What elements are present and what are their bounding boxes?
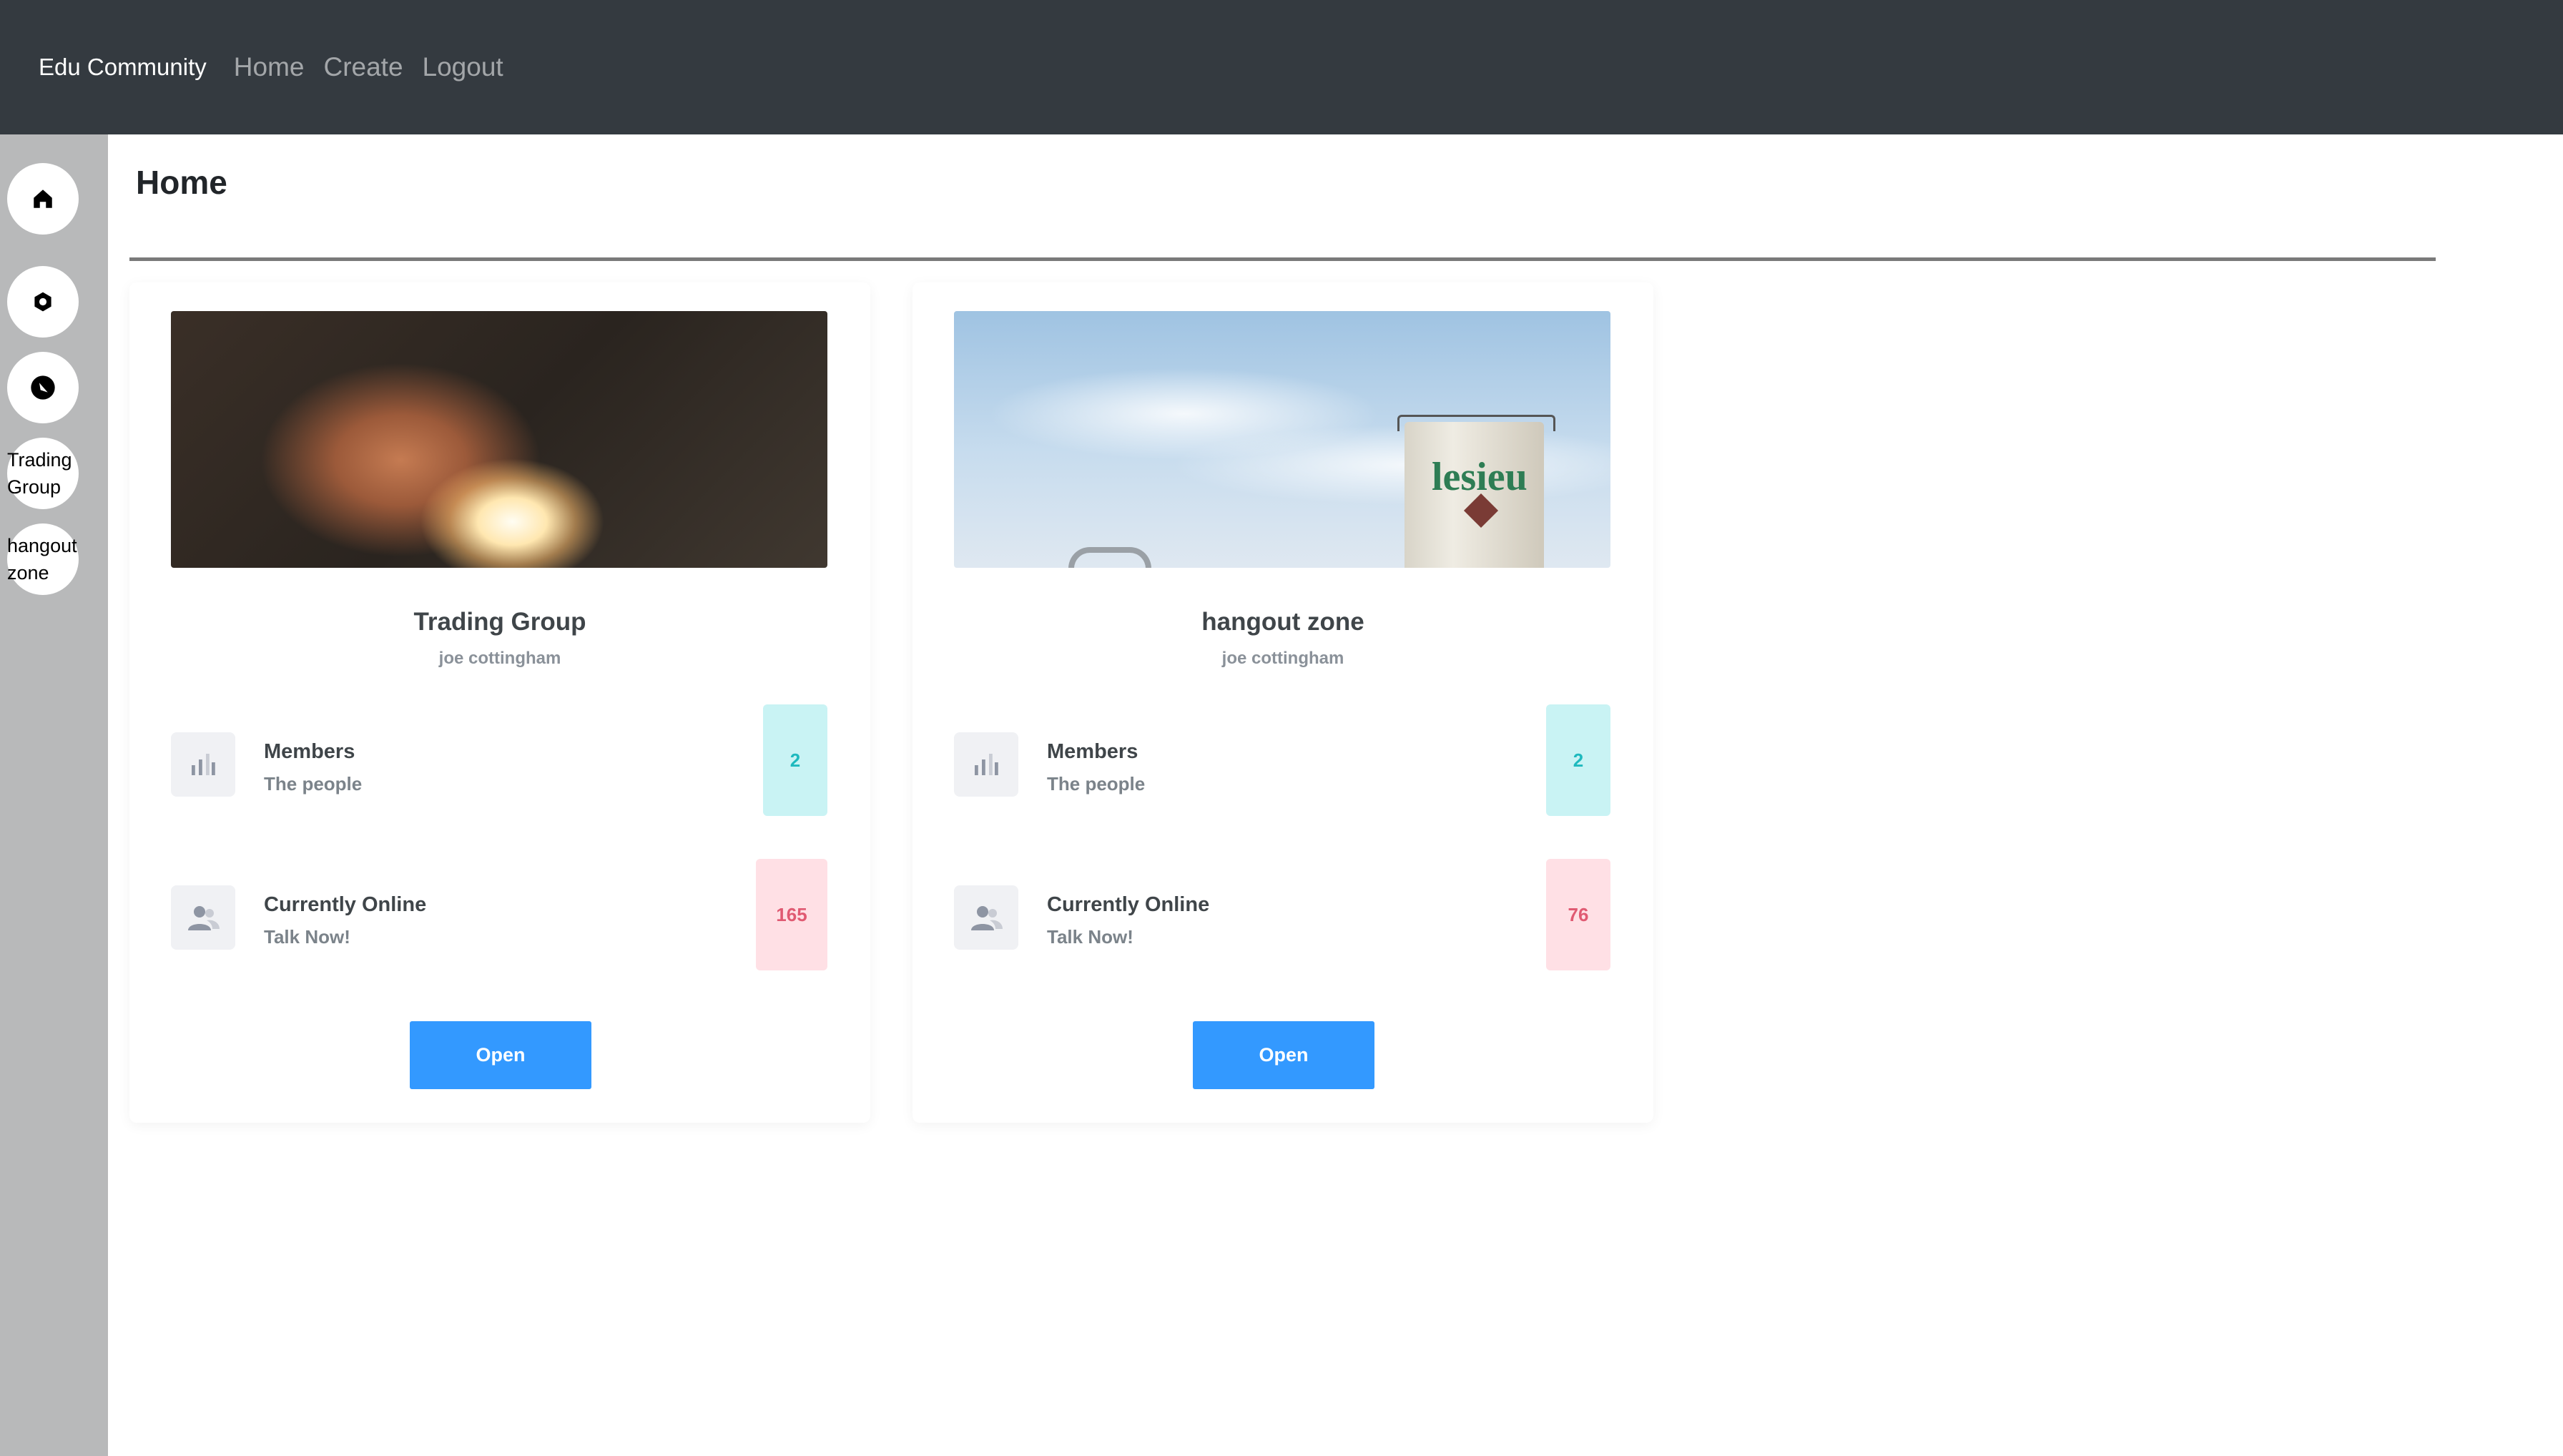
- nav-link-home[interactable]: Home: [234, 52, 305, 82]
- card-image: lesieu: [954, 311, 1610, 568]
- card-owner: joe cottingham: [1221, 649, 1344, 668]
- bar-chart-icon: [192, 754, 215, 775]
- users-icon: [188, 906, 220, 930]
- open-group-button[interactable]: Open: [1193, 1021, 1374, 1089]
- online-count-badge: 165: [756, 859, 827, 970]
- members-count-badge: 2: [763, 704, 827, 816]
- compass-icon: [31, 375, 55, 400]
- card-title: hangout zone: [1201, 608, 1364, 636]
- members-title: Members: [1047, 740, 1138, 763]
- sidebar: Trading Group hangout zone: [0, 134, 108, 1456]
- online-icon-box: [954, 885, 1018, 950]
- members-subtitle: The people: [264, 773, 363, 795]
- main-content: Home Trading Group joe cottingham Member…: [108, 134, 2563, 1456]
- online-title: Currently Online: [1047, 893, 1210, 916]
- online-subtitle: Talk Now!: [264, 926, 350, 948]
- card-image: [171, 311, 827, 568]
- nav-link-create[interactable]: Create: [323, 52, 403, 82]
- home-icon: [34, 190, 52, 208]
- pipe-shape: [1068, 547, 1151, 568]
- title-divider: [129, 257, 2436, 261]
- bar-chart-icon: [975, 754, 998, 775]
- group-card: Trading Group joe cottingham Members The…: [129, 282, 870, 1123]
- members-icon-box: [171, 732, 235, 797]
- sidebar-settings-button[interactable]: [7, 266, 79, 338]
- members-icon-box: [954, 732, 1018, 797]
- members-count-badge: 2: [1546, 704, 1610, 816]
- users-icon: [971, 906, 1003, 930]
- members-subtitle: The people: [1047, 773, 1146, 795]
- online-subtitle: Talk Now!: [1047, 926, 1133, 948]
- top-navbar: Edu Community Home Create Logout: [0, 0, 2563, 134]
- online-count-badge: 76: [1546, 859, 1610, 970]
- sidebar-item-label: Trading Group: [7, 449, 72, 498]
- sidebar-item-hangout-zone[interactable]: hangout zone: [7, 523, 79, 595]
- page-title: Home: [136, 164, 227, 201]
- card-title: Trading Group: [413, 608, 586, 636]
- sidebar-home-button[interactable]: [7, 163, 79, 235]
- online-icon-box: [171, 885, 235, 950]
- nav-links: Home Create Logout: [234, 52, 523, 82]
- sidebar-item-trading-group[interactable]: Trading Group: [7, 438, 79, 509]
- tower-logo-text: lesieu: [1432, 455, 1528, 499]
- group-card: lesieu hangout zone joe cottingham Membe…: [912, 282, 1653, 1123]
- card-owner: joe cottingham: [438, 649, 561, 668]
- online-title: Currently Online: [264, 893, 427, 916]
- open-group-button[interactable]: Open: [410, 1021, 591, 1089]
- sidebar-item-label: hangout zone: [7, 535, 77, 584]
- nav-link-logout[interactable]: Logout: [423, 52, 503, 82]
- gear-icon: [34, 292, 51, 312]
- sidebar-explore-button[interactable]: [7, 352, 79, 423]
- brand-link[interactable]: Edu Community: [39, 54, 207, 81]
- members-title: Members: [264, 740, 355, 763]
